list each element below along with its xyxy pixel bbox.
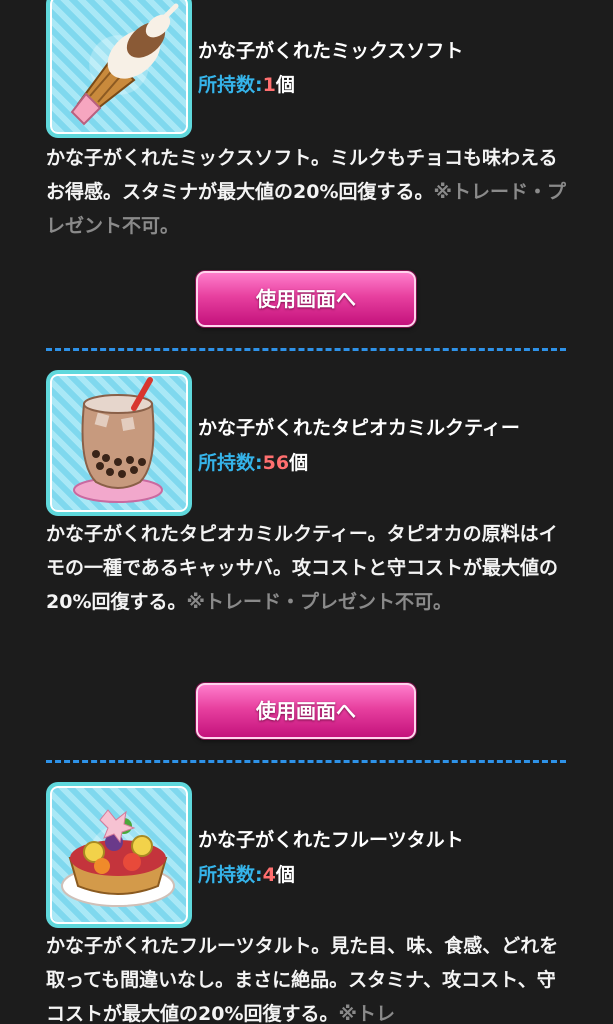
count-label: 所持数:: [198, 452, 263, 474]
description-text: かな子がくれたフルーツタルト。見た目、味、食感、どれを取っても間違いなし。まさに…: [46, 935, 559, 1024]
count-value: 56: [262, 452, 290, 474]
item-name: かな子がくれたミックスソフト: [198, 40, 464, 62]
fruit-tart-icon[interactable]: [46, 782, 192, 928]
mix-soft-serve-icon[interactable]: [46, 0, 192, 138]
use-screen-button[interactable]: 使用画面へ: [196, 271, 416, 327]
trade-note: ※トレード・プレゼント不可。: [186, 591, 452, 613]
item-description: かな子がくれたフルーツタルト。見た目、味、食感、どれを取っても間違いなし。まさに…: [46, 929, 566, 1024]
use-screen-button[interactable]: 使用画面へ: [196, 683, 416, 739]
item-name: かな子がくれたタピオカミルクティー: [198, 417, 520, 439]
item-count: 所持数:56個: [198, 448, 308, 475]
item-name: かな子がくれたフルーツタルト: [198, 829, 464, 851]
tapioca-milk-tea-icon[interactable]: [46, 370, 192, 516]
count-label: 所持数:: [198, 864, 263, 886]
count-unit: 個: [275, 74, 295, 96]
count-label: 所持数:: [198, 74, 263, 96]
count-unit: 個: [275, 864, 295, 886]
count-value: 1: [262, 74, 276, 96]
item-divider: [46, 760, 566, 763]
item-count: 所持数:4個: [198, 860, 295, 887]
item-divider: [46, 348, 566, 351]
item-count: 所持数:1個: [198, 70, 295, 97]
count-value: 4: [262, 864, 276, 886]
item-description: かな子がくれたタピオカミルクティー。タピオカの原料はイモの一種であるキャッサバ。…: [46, 517, 566, 619]
count-unit: 個: [289, 452, 309, 474]
trade-note: ※トレ: [338, 1003, 395, 1024]
item-description: かな子がくれたミックスソフト。ミルクもチョコも味わえるお得感。スタミナが最大値の…: [46, 141, 566, 243]
